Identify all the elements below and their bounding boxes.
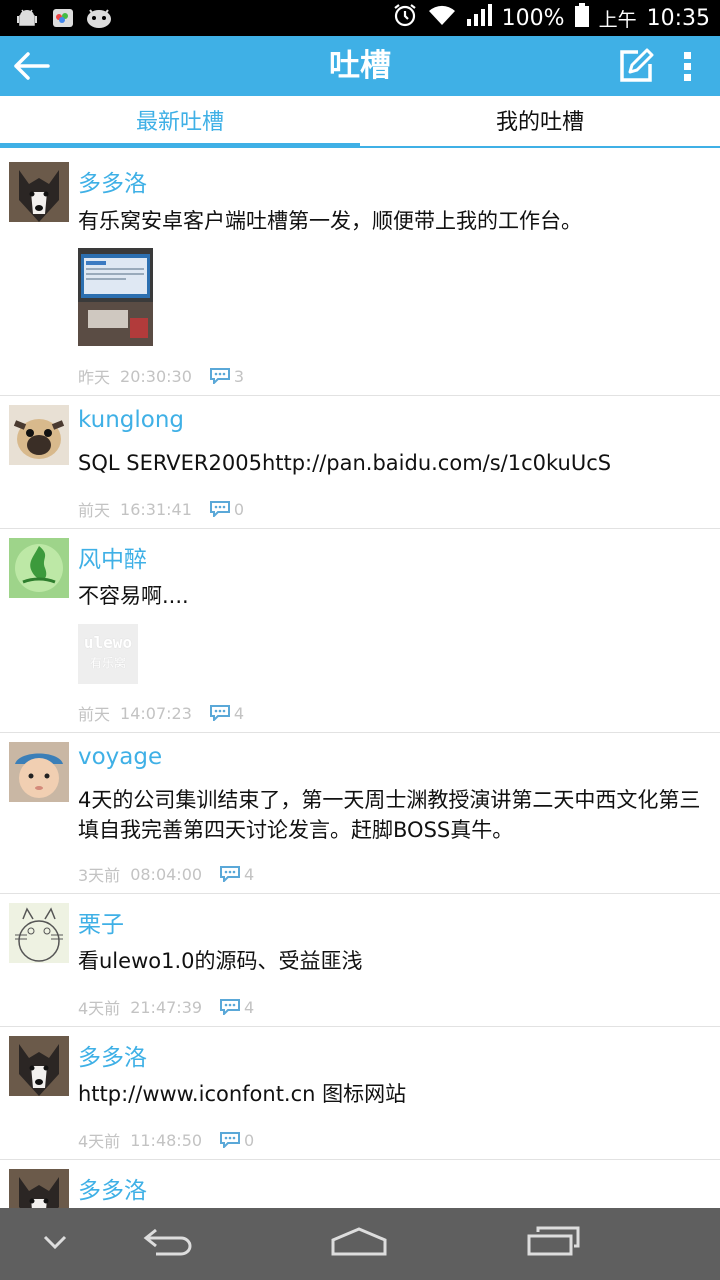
- comment-icon[interactable]: [220, 999, 241, 1015]
- post-item[interactable]: 多多洛 http://www.iconfont.cn 图标网站 4天前 11:4…: [0, 1027, 720, 1160]
- post-item[interactable]: 多多洛 有乐窝安卓客户端吐槽第一发，顺便带上我的工作台。 昨天 20:30:30…: [0, 152, 720, 396]
- post-day: 前天: [78, 501, 111, 520]
- battery-text: 100%: [501, 5, 565, 31]
- post-text: 4天的公司集训结束了，第一天周士渊教授演讲第二天中西文化第三填自我完善第四天讨论…: [78, 788, 701, 842]
- tab-indicator: [0, 143, 360, 148]
- placeholder-sub-text: 有乐窝: [89, 656, 126, 670]
- home-nav-icon: [330, 1226, 388, 1262]
- recents-nav-button[interactable]: [520, 1222, 586, 1266]
- comment-count: 4: [233, 703, 245, 723]
- battery-icon: [574, 3, 589, 33]
- arrow-left-icon: [10, 52, 54, 90]
- comment-count: 0: [233, 499, 245, 519]
- post-item[interactable]: 多多洛: [0, 1160, 720, 1208]
- tab-bar: 最新吐槽 我的吐槽: [0, 96, 720, 152]
- comment-count: 4: [244, 997, 255, 1017]
- avatar[interactable]: [9, 742, 69, 802]
- signal-icon: [466, 3, 492, 33]
- back-button[interactable]: [10, 46, 54, 86]
- post-username[interactable]: 多多洛: [78, 1038, 147, 1072]
- overflow-menu-icon: [676, 52, 700, 90]
- comment-count: 3: [233, 366, 245, 386]
- system-nav-bar: [0, 1208, 720, 1280]
- overflow-menu-button[interactable]: [676, 46, 700, 86]
- post-time: 08:04:00: [130, 864, 203, 884]
- photos-icon: [50, 6, 76, 30]
- post-time: 11:48:50: [130, 1130, 203, 1150]
- post-text: 有乐窝安卓客户端吐槽第一发，顺便带上我的工作台。: [78, 209, 582, 233]
- avatar[interactable]: [9, 1036, 69, 1096]
- avatar[interactable]: [9, 1169, 69, 1208]
- post-meta: 3天前 08:04:00 4: [78, 862, 254, 886]
- post-item[interactable]: kunglong SQL SERVER2005http://pan.baidu.…: [0, 396, 720, 529]
- post-meta: 昨天 20:30:30 3: [78, 364, 244, 388]
- post-meta: 前天 16:31:41 0: [78, 497, 244, 521]
- comment-count: 4: [244, 864, 255, 884]
- post-text: SQL SERVER2005http://pan.baidu.com/s/1c0…: [78, 451, 612, 475]
- android-alt-icon: [86, 6, 112, 30]
- post-meta: 前天 14:07:23 4: [78, 701, 244, 725]
- workstation-photo[interactable]: [78, 248, 153, 346]
- post-text: http://www.iconfont.cn 图标网站: [78, 1082, 407, 1106]
- comment-icon[interactable]: [220, 1132, 241, 1148]
- comment-count: 0: [244, 1130, 255, 1150]
- compose-icon: [616, 48, 656, 90]
- post-day: 4天前: [78, 999, 121, 1018]
- avatar[interactable]: [9, 405, 69, 465]
- page-title: 吐槽: [329, 48, 391, 84]
- post-time: 16:31:41: [120, 499, 192, 519]
- back-nav-button[interactable]: [136, 1222, 200, 1266]
- post-time: 21:47:39: [130, 997, 203, 1017]
- avatar[interactable]: [9, 903, 69, 963]
- post-text: 看ulewo1.0的源码、受益匪浅: [78, 949, 363, 973]
- hide-keyboard-button[interactable]: [30, 1222, 80, 1266]
- avatar[interactable]: [9, 162, 69, 222]
- post-day: 前天: [78, 705, 111, 724]
- alarm-icon: [392, 2, 418, 34]
- ulewo-placeholder[interactable]: ulewo 有乐窝: [78, 624, 138, 684]
- post-item[interactable]: 风中醉 不容易啊.... ulewo 有乐窝 前天 14:07:23 4: [0, 529, 720, 733]
- post-username[interactable]: 多多洛: [78, 1171, 147, 1205]
- post-item[interactable]: 栗子 看ulewo1.0的源码、受益匪浅 4天前 21:47:39 4: [0, 894, 720, 1027]
- post-meta: 4天前 11:48:50 0: [78, 1128, 254, 1152]
- ampm-text: 上午: [598, 8, 637, 31]
- post-day: 昨天: [78, 368, 111, 387]
- hide-keyboard-icon: [42, 1234, 68, 1254]
- back-nav-icon: [142, 1226, 194, 1262]
- placeholder-logo-text: ulewo: [83, 633, 133, 652]
- compose-button[interactable]: [616, 46, 656, 86]
- clock-time: 10:35: [646, 5, 710, 31]
- post-username[interactable]: 多多洛: [78, 164, 147, 198]
- comment-icon[interactable]: [209, 368, 230, 384]
- comment-icon[interactable]: [209, 705, 230, 721]
- post-username[interactable]: voyage: [78, 744, 162, 770]
- post-feed[interactable]: 多多洛 有乐窝安卓客户端吐槽第一发，顺便带上我的工作台。 昨天 20:30:30…: [0, 152, 720, 1208]
- wifi-icon: [428, 3, 456, 33]
- post-time: 20:30:30: [120, 366, 192, 386]
- post-day: 4天前: [78, 1132, 121, 1151]
- post-item[interactable]: voyage 4天的公司集训结束了，第一天周士渊教授演讲第二天中西文化第三填自我…: [0, 733, 720, 894]
- recents-nav-icon: [526, 1226, 580, 1262]
- post-username[interactable]: kunglong: [78, 407, 184, 433]
- post-meta: 4天前 21:47:39 4: [78, 995, 254, 1019]
- post-username[interactable]: 栗子: [78, 905, 124, 939]
- post-day: 3天前: [78, 866, 121, 885]
- app-bar: 吐槽: [0, 36, 720, 96]
- avatar[interactable]: [9, 538, 69, 598]
- comment-icon[interactable]: [209, 501, 230, 517]
- home-nav-button[interactable]: [326, 1222, 392, 1266]
- status-bar: 100% 上午 10:35: [0, 0, 720, 36]
- tab-mine[interactable]: 我的吐槽: [360, 96, 720, 152]
- post-text: 不容易啊....: [78, 584, 189, 608]
- android-icon: [14, 6, 40, 30]
- post-username[interactable]: 风中醉: [78, 540, 147, 574]
- comment-icon[interactable]: [220, 866, 241, 882]
- post-time: 14:07:23: [120, 703, 192, 723]
